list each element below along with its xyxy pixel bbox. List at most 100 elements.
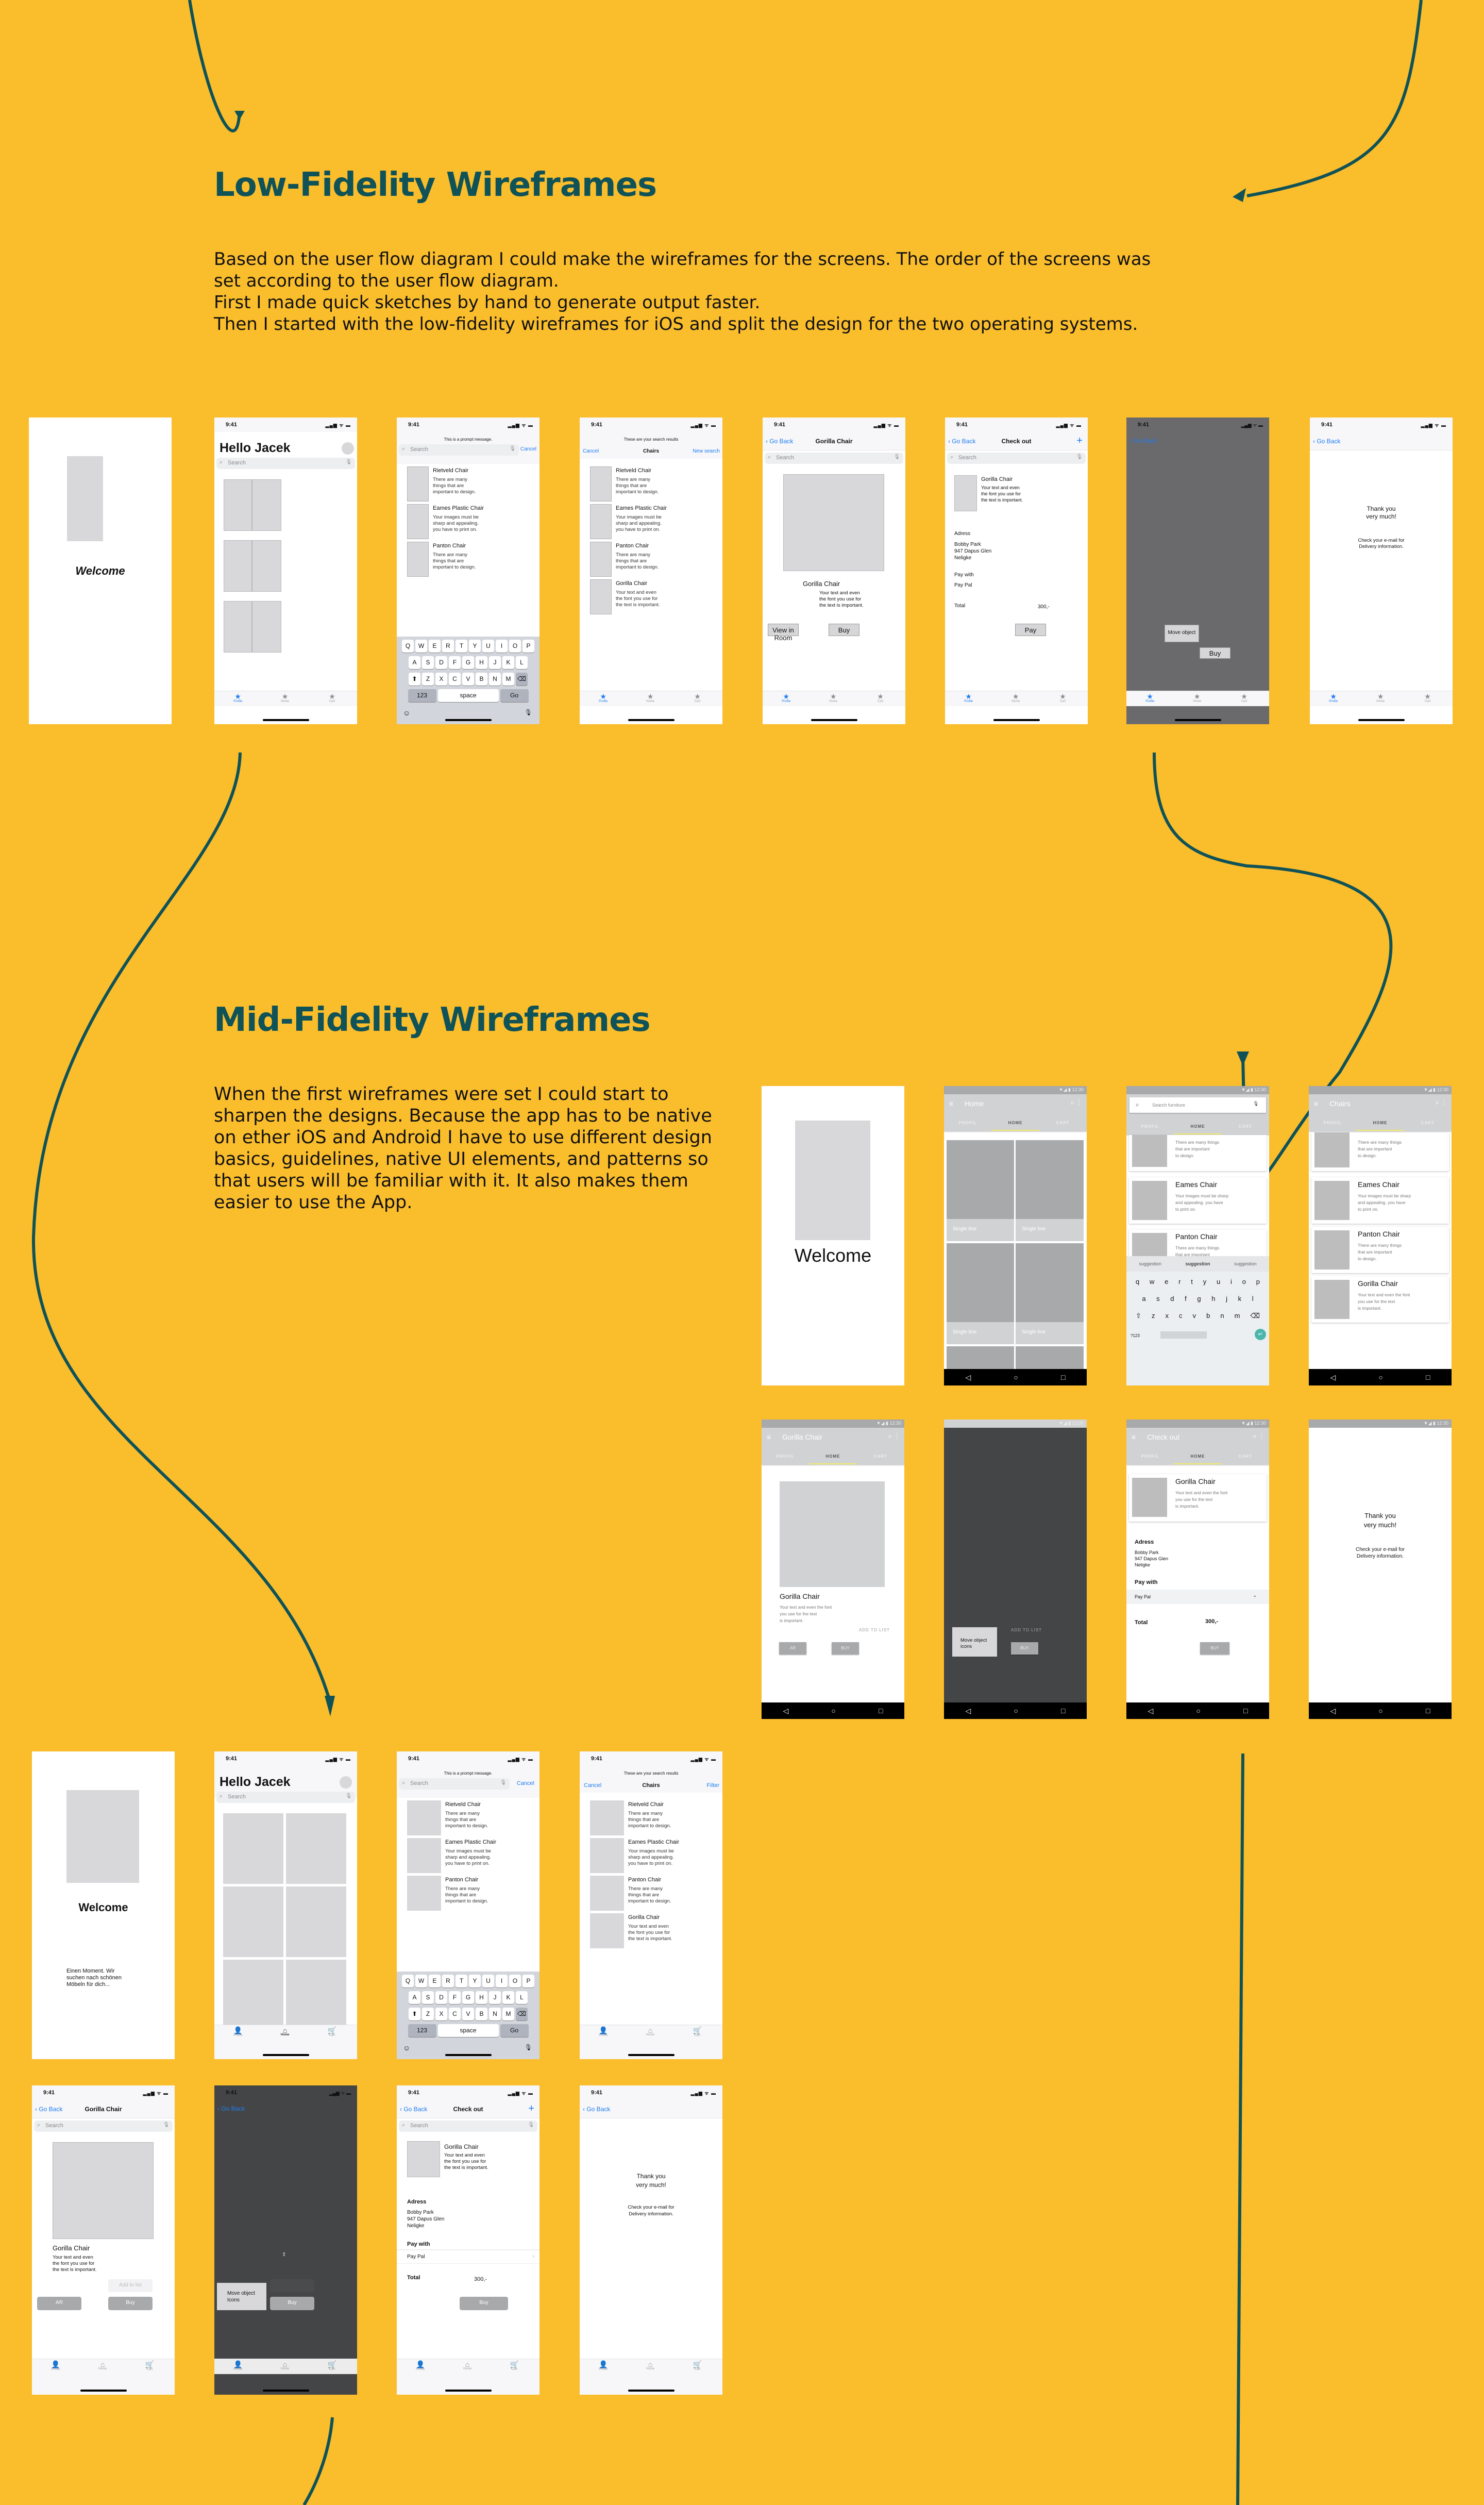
list-item[interactable]: Rietveld Chair There are many things that …	[590, 466, 718, 503]
key[interactable]: d	[1170, 1295, 1174, 1302]
tab-cart[interactable]: CART	[857, 1449, 904, 1464]
key[interactable]: J	[489, 656, 501, 669]
key[interactable]: R	[442, 1975, 454, 1988]
key[interactable]: b	[1206, 1312, 1210, 1320]
key[interactable]: Y	[469, 1975, 481, 1988]
key[interactable]: v	[1193, 1312, 1196, 1320]
add-to-list-button[interactable]: Add to list	[108, 2279, 153, 2292]
key[interactable]: r	[1178, 1278, 1181, 1285]
key[interactable]: Z	[422, 673, 434, 686]
list-card[interactable]: Panton Chair There are many things that ar…	[1311, 1227, 1449, 1273]
backspace-key[interactable]: ⌫	[516, 673, 528, 686]
key[interactable]: S	[422, 656, 434, 669]
tab-home[interactable]: ⌂ Home	[627, 2360, 673, 2370]
payment-method[interactable]: Pay Pal	[954, 582, 972, 588]
key[interactable]: h	[1211, 1295, 1215, 1302]
back-icon[interactable]: ◁	[1330, 1373, 1336, 1382]
key[interactable]: V	[462, 2008, 474, 2020]
avatar[interactable]	[342, 442, 354, 455]
tab-cart[interactable]: CART	[1222, 1119, 1269, 1134]
tab-profil[interactable]: PROFIL	[944, 1115, 991, 1131]
key[interactable]: l	[1252, 1295, 1254, 1302]
key[interactable]: u	[1217, 1278, 1220, 1285]
key[interactable]: L	[516, 1991, 528, 2004]
key[interactable]: j	[1226, 1295, 1227, 1302]
shift-key[interactable]: ⬆	[409, 673, 420, 686]
search-input[interactable]: ⌕ Search 🎙	[399, 1778, 510, 1790]
grid-tile[interactable]	[223, 1960, 283, 2030]
list-card[interactable]: Panton Chair There are many things that ar…	[1129, 1229, 1267, 1258]
list-item[interactable]: Rietveld Chair There are many things that …	[407, 466, 535, 503]
tab-cart[interactable]: 🛒 Cart	[309, 2360, 356, 2371]
suggestion[interactable]: suggestion	[1222, 1256, 1269, 1272]
key[interactable]: U	[482, 1975, 494, 1988]
move-object-button[interactable]: Move object icons	[952, 1627, 997, 1657]
home-icon[interactable]: ○	[1378, 1707, 1382, 1715]
key[interactable]: a	[1142, 1295, 1145, 1302]
list-item[interactable]: Rietveld Chair There are many things that …	[590, 1800, 718, 1836]
key[interactable]: T	[456, 640, 467, 653]
tab-profile[interactable]: ★ Profile	[214, 692, 261, 703]
key[interactable]: x	[1165, 1312, 1169, 1320]
tab-home[interactable]: ★ Home	[627, 692, 673, 703]
key[interactable]: Z	[422, 2008, 434, 2020]
search-icon[interactable]: ⌕	[1071, 1098, 1074, 1107]
home-icon[interactable]: ○	[831, 1707, 835, 1715]
tab-profile[interactable]: ★ Profile	[1126, 692, 1173, 703]
grid-tile[interactable]	[286, 1886, 346, 1957]
list-card[interactable]: There are many things that are important t…	[1311, 1132, 1449, 1171]
back-icon[interactable]: ◁	[966, 1373, 971, 1382]
key[interactable]: k	[1238, 1295, 1242, 1302]
home-icon[interactable]: ○	[1014, 1373, 1018, 1381]
emoji-icon[interactable]: ☺	[403, 709, 410, 717]
cancel-button[interactable]: Cancel	[517, 1780, 534, 1786]
grid-tile[interactable]	[223, 1886, 283, 1957]
buy-button[interactable]: Buy	[460, 2297, 508, 2310]
tab-cart[interactable]: ★ Cart	[1221, 692, 1268, 703]
menu-icon[interactable]: ≡	[1132, 1433, 1136, 1441]
search-input[interactable]: ⌕ Search 🎙	[947, 453, 1086, 464]
space-key[interactable]: space	[437, 689, 499, 702]
add-to-list-button[interactable]: ADD TO LIST	[859, 1628, 890, 1632]
search-input[interactable]: ⌕ Search 🎙	[765, 453, 903, 464]
go-back-button[interactable]: ‹ Go Back	[583, 2106, 610, 2113]
key[interactable]: s	[1156, 1295, 1160, 1302]
tab-home[interactable]: ⌂ Home	[627, 2026, 673, 2036]
grid-tile[interactable]	[286, 1813, 346, 1884]
key[interactable]: W	[415, 640, 427, 653]
payment-method-row[interactable]: Pay Pal ›	[397, 2249, 539, 2264]
cancel-button[interactable]: Cancel	[520, 446, 536, 452]
list-item[interactable]: Panton Chair There are many things that ar…	[590, 1876, 718, 1912]
mic-icon[interactable]: 🎙	[525, 2044, 532, 2051]
tab-home[interactable]: HOME	[1356, 1115, 1404, 1131]
recents-icon[interactable]: □	[1061, 1373, 1065, 1381]
list-item[interactable]: Gorilla Chair Your text and even the font …	[590, 1913, 718, 1949]
tab-home[interactable]: ★ Home	[1173, 692, 1220, 703]
buy-button[interactable]: BUY	[832, 1642, 859, 1655]
numbers-key[interactable]: 123	[408, 2024, 436, 2037]
payment-dropdown[interactable]: Pay Pal ⌄	[1126, 1590, 1269, 1604]
buy-button[interactable]: Buy	[1200, 647, 1230, 659]
key[interactable]: D	[435, 1991, 447, 2004]
new-search-button[interactable]: New search	[693, 448, 720, 454]
tab-home[interactable]: ⌂ Home	[444, 2360, 491, 2370]
grid-tile[interactable]	[223, 1813, 283, 1884]
home-icon[interactable]: ○	[1014, 1707, 1018, 1715]
tab-cart[interactable]: ★ Cart	[857, 692, 904, 703]
list-item[interactable]: Eames Plastic Chair Your images must be sh…	[590, 504, 718, 540]
tab-cart[interactable]: ★ Cart	[1039, 692, 1086, 703]
key[interactable]: X	[435, 2008, 447, 2020]
add-to-list-button[interactable]	[270, 2279, 314, 2292]
list-item[interactable]: Panton Chair There are many things that ar…	[590, 542, 718, 578]
key[interactable]: V	[462, 673, 474, 686]
key[interactable]: w	[1150, 1278, 1154, 1285]
grid-tile[interactable]: Single line	[1016, 1243, 1084, 1344]
tab-home[interactable]: HOME	[1174, 1449, 1222, 1464]
grid-tile[interactable]	[286, 1960, 346, 2030]
key[interactable]: C	[449, 2008, 461, 2020]
ar-button[interactable]: AR	[779, 1642, 806, 1655]
tab-cart[interactable]: 🛒 Cart	[309, 2026, 356, 2037]
tab-profile[interactable]: ★ Profile	[580, 692, 627, 703]
key[interactable]: E	[429, 640, 441, 653]
buy-button[interactable]: BUY	[1200, 1642, 1229, 1655]
